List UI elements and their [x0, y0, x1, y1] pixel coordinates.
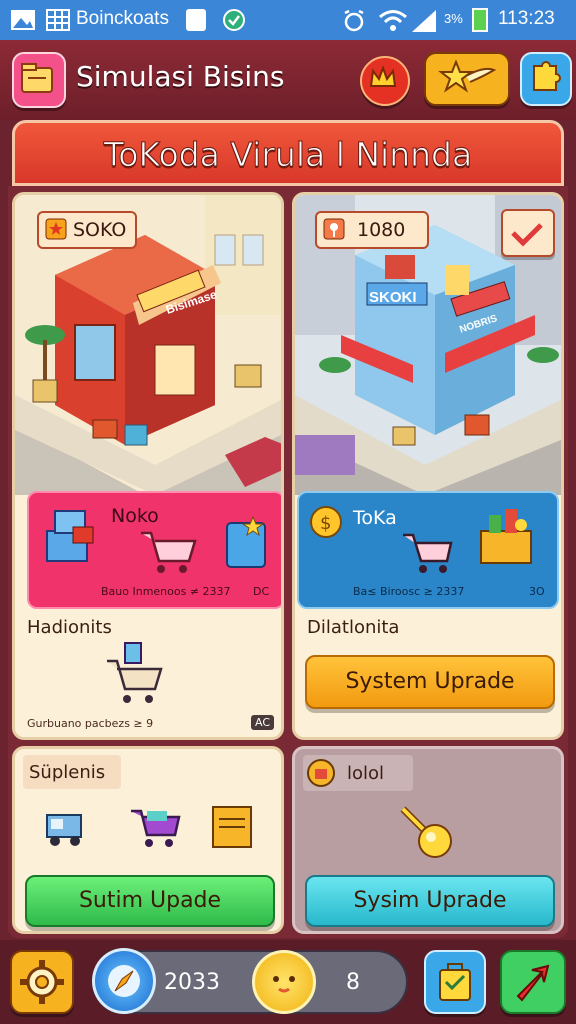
game-header: Simulasi Bisins	[0, 40, 576, 120]
upgrade-card[interactable]: lolol Sysim Uprade	[292, 746, 564, 934]
section-label-right: Dilatlonita	[307, 617, 400, 638]
store-info-panel-left[interactable]: Noko Bauo Inmenoos ≠ 2337 DC	[27, 491, 281, 609]
chest-icon	[307, 759, 335, 787]
grid-app-icon	[46, 9, 70, 31]
status-app-name: Boinckoats	[76, 8, 169, 29]
image-icon	[11, 10, 35, 30]
crown-button[interactable]	[360, 56, 410, 106]
smiley-coin[interactable]	[252, 950, 316, 1014]
puzzle-button[interactable]	[520, 52, 572, 106]
tablet-star-icon	[226, 515, 266, 568]
puzzle-icon	[533, 61, 561, 91]
sync-icon	[223, 9, 245, 31]
boxes-icon	[46, 510, 94, 562]
pin-badge-icon	[323, 218, 345, 240]
panel-title-right: ToKa	[353, 507, 397, 529]
panel-corner-right: 3O	[529, 585, 545, 598]
footer-text-left: Gurbuano pacbezs ≥ 9	[27, 717, 154, 730]
supply-box-icon	[212, 806, 252, 848]
panel-subtitle-left: Bauo Inmenoos ≠ 2337	[101, 585, 231, 598]
cart-icon-right	[403, 533, 453, 573]
arrow-icon	[516, 964, 550, 1002]
coin-count: 2033	[164, 970, 220, 995]
goods-box-icon	[480, 509, 532, 564]
gear-icon	[20, 960, 64, 1004]
supplies-card[interactable]: Süplenis Sutim Upade	[12, 746, 284, 934]
status-bar: Boinckoats 3% 113:23	[0, 0, 576, 40]
section-label-left: Hadionits	[27, 617, 112, 638]
cart-icon	[141, 531, 197, 573]
system-upgrade-button[interactable]: System Uprade	[305, 655, 555, 709]
store-value-right: 1080	[357, 219, 406, 241]
compass-button[interactable]	[92, 948, 156, 1014]
alarm-icon	[344, 9, 364, 32]
gem-count: 8	[346, 970, 360, 995]
store-card-right[interactable]: 1080 SKOKI NOBRIS $ ToKa Ba≤ Biroosc ≥ 2…	[292, 192, 564, 740]
supplies-label-tag: Süplenis	[23, 755, 121, 789]
settings-button[interactable]	[10, 950, 74, 1014]
purple-cart-icon	[131, 809, 181, 847]
footer-corner-left: AC	[251, 715, 275, 730]
robot-cart-icon	[107, 642, 163, 703]
game-title: Simulasi Bisins	[76, 60, 285, 93]
panel-corner-left: DC	[253, 585, 270, 598]
folder-icon	[21, 63, 53, 93]
compass-icon	[108, 965, 140, 997]
smiley-coin-icon	[273, 976, 295, 993]
favorites-button[interactable]	[424, 52, 510, 106]
truck-icon	[46, 814, 82, 846]
send-button[interactable]	[500, 950, 566, 1014]
shop-bag-button[interactable]	[424, 950, 486, 1014]
folder-button[interactable]	[12, 52, 66, 108]
notification-icon	[186, 9, 206, 31]
battery-icon	[472, 8, 488, 32]
crown-icon	[369, 65, 397, 87]
store-value-badge-right: 1080	[315, 211, 429, 249]
supplies-label: Süplenis	[29, 762, 106, 783]
upgrade-label-tag: lolol	[303, 755, 413, 791]
shopping-bag-icon	[439, 963, 471, 1001]
tag-check-icon	[511, 223, 543, 247]
store-sign-right: SKOKI	[369, 289, 417, 306]
store-card-left[interactable]: SOKO Bisimase Noko Bauo Inmenoos ≠ 2337 …	[12, 192, 284, 740]
store-value: SOKO	[73, 219, 127, 241]
banner-title: ToKoda Virula l Ninnda	[103, 135, 473, 175]
star-wing-icon	[438, 59, 497, 93]
supplies-upgrade-button[interactable]: Sutim Upade	[25, 875, 275, 927]
panel-title-left: Noko	[111, 505, 159, 527]
status-time: 113:23	[498, 8, 555, 29]
star-badge-icon	[45, 218, 67, 240]
panel-subtitle-right: Ba≤ Biroosc ≥ 2337	[353, 585, 465, 598]
store-banner: ToKoda Virula l Ninnda	[12, 120, 564, 186]
tag-button[interactable]	[501, 209, 555, 257]
coin-icon: $	[310, 506, 342, 538]
svg-text:$: $	[320, 513, 331, 534]
wifi-icon	[379, 10, 407, 31]
store-value-badge: SOKO	[37, 211, 137, 249]
battery-percent: 3%	[444, 11, 463, 26]
store-info-panel-right[interactable]: $ ToKa Ba≤ Biroosc ≥ 2337 3O	[297, 491, 559, 609]
key-icon	[400, 806, 452, 858]
upgrade-button[interactable]: Sysim Uprade	[305, 875, 555, 927]
upgrade-label: lolol	[347, 763, 385, 784]
signal-icon	[412, 10, 436, 32]
